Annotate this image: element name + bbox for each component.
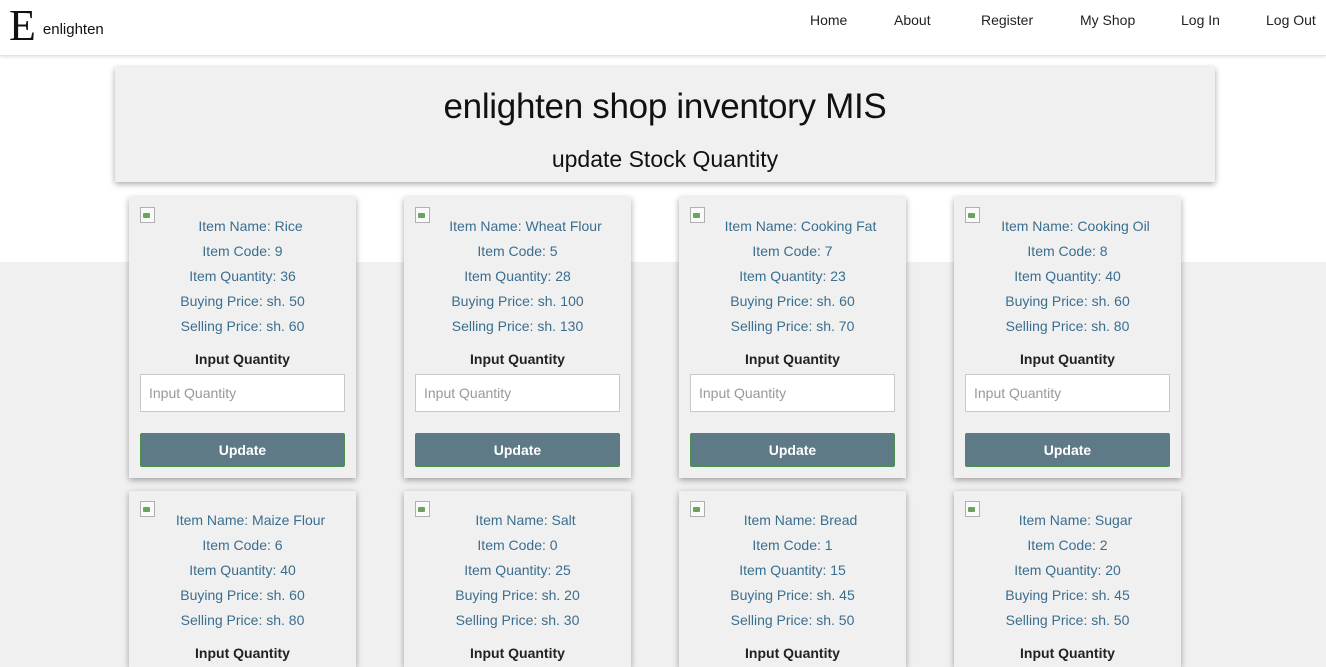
item-name: Item Name: Wheat Flour <box>449 218 602 234</box>
item-card: Item Name: Rice Item Code: 9 Item Quanti… <box>129 197 356 478</box>
buying-price: Buying Price: sh. 60 <box>730 293 855 309</box>
buying-price: Buying Price: sh. 60 <box>180 587 305 603</box>
item-quantity: Item Quantity: 20 <box>1014 562 1121 578</box>
item-card: Item Name: Sugar Item Code: 2 Item Quant… <box>954 491 1181 667</box>
selling-price: Selling Price: sh. 70 <box>730 318 855 334</box>
item-card: Item Name: Salt Item Code: 0 Item Quanti… <box>404 491 631 667</box>
selling-price: Selling Price: sh. 80 <box>1005 318 1130 334</box>
quantity-input[interactable] <box>415 374 620 412</box>
nav-link-home[interactable]: Home <box>810 12 847 28</box>
buying-price: Buying Price: sh. 45 <box>730 587 855 603</box>
nav-link-my-shop[interactable]: My Shop <box>1080 12 1135 28</box>
item-code: Item Code: 5 <box>477 243 558 259</box>
item-card: Item Name: Cooking Oil Item Code: 8 Item… <box>954 197 1181 478</box>
input-quantity-label: Input Quantity <box>1020 351 1115 367</box>
quantity-input[interactable] <box>965 374 1170 412</box>
nav-link-about[interactable]: About <box>894 12 931 28</box>
buying-price: Buying Price: sh. 20 <box>455 587 580 603</box>
item-card: Item Name: Maize Flour Item Code: 6 Item… <box>129 491 356 667</box>
update-button[interactable]: Update <box>965 433 1170 467</box>
input-quantity-label: Input Quantity <box>470 645 565 661</box>
selling-price: Selling Price: sh. 130 <box>451 318 584 334</box>
item-code: Item Code: 6 <box>202 537 283 553</box>
item-name: Item Name: Cooking Oil <box>1001 218 1150 234</box>
nav-link-log-in[interactable]: Log In <box>1181 12 1220 28</box>
nav-link-log-out[interactable]: Log Out <box>1266 12 1316 28</box>
item-name: Item Name: Salt <box>475 512 576 528</box>
input-quantity-label: Input Quantity <box>745 351 840 367</box>
input-quantity-label: Input Quantity <box>745 645 840 661</box>
buying-price: Buying Price: sh. 60 <box>1005 293 1130 309</box>
item-quantity: Item Quantity: 28 <box>464 268 571 284</box>
selling-price: Selling Price: sh. 60 <box>180 318 305 334</box>
item-quantity: Item Quantity: 25 <box>464 562 571 578</box>
item-quantity: Item Quantity: 40 <box>189 562 296 578</box>
selling-price: Selling Price: sh. 50 <box>1005 612 1130 628</box>
quantity-input[interactable] <box>140 374 345 412</box>
page-title: enlighten shop inventory MIS <box>443 87 887 126</box>
item-code: Item Code: 1 <box>752 537 833 553</box>
item-name: Item Name: Bread <box>743 512 858 528</box>
update-button[interactable]: Update <box>140 433 345 467</box>
item-card: Item Name: Cooking Fat Item Code: 7 Item… <box>679 197 906 478</box>
item-code: Item Code: 8 <box>1027 243 1108 259</box>
selling-price: Selling Price: sh. 80 <box>180 612 305 628</box>
item-card: Item Name: Wheat Flour Item Code: 5 Item… <box>404 197 631 478</box>
update-button[interactable]: Update <box>415 433 620 467</box>
item-quantity: Item Quantity: 36 <box>189 268 296 284</box>
input-quantity-label: Input Quantity <box>1020 645 1115 661</box>
buying-price: Buying Price: sh. 100 <box>451 293 584 309</box>
item-quantity: Item Quantity: 23 <box>739 268 846 284</box>
page-header: enlighten shop inventory MIS update Stoc… <box>115 67 1215 182</box>
buying-price: Buying Price: sh. 45 <box>1005 587 1130 603</box>
quantity-input[interactable] <box>690 374 895 412</box>
input-quantity-label: Input Quantity <box>195 645 290 661</box>
nav-link-register[interactable]: Register <box>981 12 1033 28</box>
update-button[interactable]: Update <box>690 433 895 467</box>
item-name: Item Name: Sugar <box>1018 512 1133 528</box>
input-quantity-label: Input Quantity <box>195 351 290 367</box>
selling-price: Selling Price: sh. 30 <box>455 612 580 628</box>
item-code: Item Code: 0 <box>477 537 558 553</box>
nav-links: Home About Register My Shop Log In Log O… <box>0 12 1326 32</box>
selling-price: Selling Price: sh. 50 <box>730 612 855 628</box>
item-code: Item Code: 7 <box>752 243 833 259</box>
input-quantity-label: Input Quantity <box>470 351 565 367</box>
item-card: Item Name: Bread Item Code: 1 Item Quant… <box>679 491 906 667</box>
item-name: Item Name: Rice <box>198 218 303 234</box>
buying-price: Buying Price: sh. 50 <box>180 293 305 309</box>
item-name: Item Name: Cooking Fat <box>724 218 877 234</box>
navbar: E enlighten Home About Register My Shop … <box>0 0 1326 56</box>
item-quantity: Item Quantity: 40 <box>1014 268 1121 284</box>
item-code: Item Code: 2 <box>1027 537 1108 553</box>
item-code: Item Code: 9 <box>202 243 283 259</box>
page-subtitle: update Stock Quantity <box>551 146 779 172</box>
item-name: Item Name: Maize Flour <box>175 512 326 528</box>
item-quantity: Item Quantity: 15 <box>739 562 846 578</box>
